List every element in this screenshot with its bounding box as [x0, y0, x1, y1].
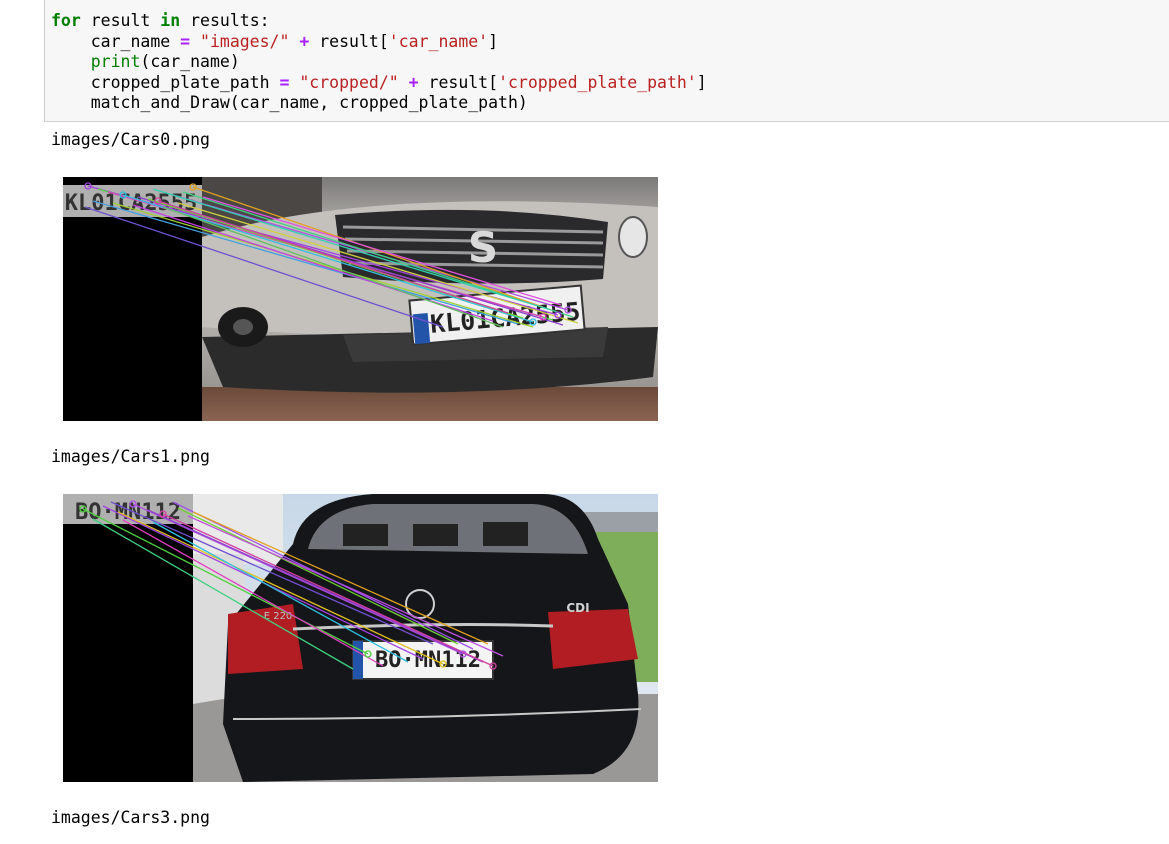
output-text-car1: images/Cars1.png: [51, 447, 210, 466]
code-token: +: [299, 31, 310, 51]
code-token: cropped_plate_path: [51, 72, 280, 92]
code-token: in: [160, 11, 181, 30]
code-token: print: [90, 52, 141, 71]
code-token: result[: [309, 31, 389, 51]
code-token: 'car_name': [388, 31, 489, 51]
code-line: match_and_Draw(car_name, cropped_plate_p…: [51, 93, 707, 114]
code-token: 'cropped_plate_path': [498, 72, 697, 92]
code-token: ]: [696, 72, 707, 92]
code-line: cropped_plate_path = "cropped/" + result…: [51, 73, 707, 94]
code-token: ]: [488, 31, 499, 51]
code-token: match_and_Draw(car_name, cropped_plate_p…: [51, 93, 528, 112]
svg-text:CDI: CDI: [566, 601, 589, 615]
code-token: "images/": [200, 31, 290, 51]
code-cell[interactable]: for result in results: car_name = "image…: [44, 0, 1169, 122]
code-line: print(car_name): [51, 52, 707, 73]
code-token: result: [80, 11, 161, 30]
code-line: car_name = "images/" + result['car_name'…: [51, 32, 707, 53]
code-editor[interactable]: for result in results: car_name = "image…: [51, 11, 707, 114]
code-line: for result in results:: [51, 11, 707, 32]
license-plate: BO·MN112: [352, 640, 494, 680]
match-image-car1: CDI E 220 BO·MN112 BO·MN112: [63, 494, 658, 782]
code-token: results:: [180, 11, 270, 30]
code-token: (car_name): [140, 52, 240, 71]
code-token: =: [279, 72, 290, 92]
brand-emblem: S: [468, 223, 498, 272]
output-text-car0: images/Cars0.png: [51, 130, 210, 149]
code-token: result[: [418, 72, 499, 92]
output-text-car3: images/Cars3.png: [51, 808, 210, 827]
code-token: "cropped/": [299, 72, 399, 92]
match-image-car0: S KL01CA2555 KL01CA2555: [63, 177, 658, 421]
code-token: +: [408, 72, 419, 92]
code-token: car_name: [51, 31, 181, 51]
code-token: =: [180, 31, 191, 51]
code-token: for: [51, 11, 81, 30]
